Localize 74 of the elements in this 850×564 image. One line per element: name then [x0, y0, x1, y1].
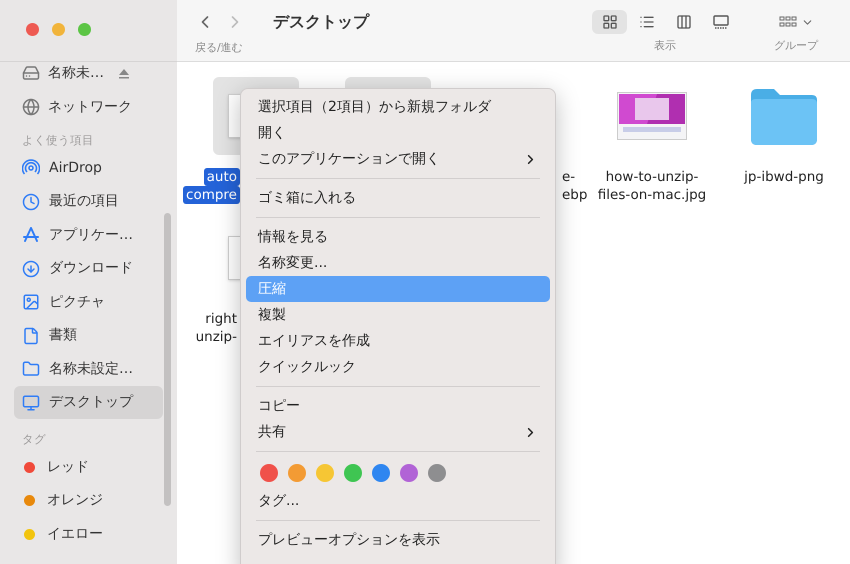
folder-icon: [22, 360, 40, 378]
section-heading: よく使う項目: [21, 132, 95, 149]
tag-item[interactable]: オレンジ: [47, 490, 103, 512]
menu-item[interactable]: タグ...: [246, 488, 550, 514]
sidebar-item[interactable]: ダウンロード: [14, 252, 163, 286]
download-icon: [22, 260, 40, 278]
tag-color-button[interactable]: [400, 464, 418, 482]
monitor-icon: [22, 394, 40, 412]
tag-color-button[interactable]: [316, 464, 334, 482]
menu-item[interactable]: 情報を見る: [246, 224, 550, 250]
sidebar-item[interactable]: アプリケー…: [14, 218, 163, 252]
group-label: グループ: [774, 38, 818, 54]
menu-item[interactable]: 共有: [246, 419, 550, 445]
menu-item[interactable]: 開く: [246, 120, 550, 146]
eject-icon[interactable]: [118, 68, 130, 78]
sidebar-label: 名称未設定…: [49, 360, 133, 378]
close-button[interactable]: [26, 23, 39, 36]
icon-view-icon[interactable]: [592, 10, 627, 34]
tag-item[interactable]: レッド: [47, 456, 89, 478]
menu-item[interactable]: エイリアスを作成: [246, 328, 550, 354]
photo-icon: [22, 293, 40, 311]
sidebar-label: アプリケー…: [49, 226, 133, 244]
minimize-button[interactable]: [52, 23, 65, 36]
view-label: 表示: [654, 38, 676, 54]
menu-item[interactable]: クイックルック: [246, 354, 550, 380]
file-name: files-on-mac.jpg: [598, 186, 706, 204]
sidebar-item[interactable]: デスクトップ: [14, 386, 163, 420]
clock-icon: [22, 192, 40, 210]
sidebar-label: デスクトップ: [49, 393, 133, 412]
menu-item[interactable]: 複製: [246, 302, 550, 328]
file-name: unzip-: [194, 328, 238, 346]
menu-item[interactable]: コピー: [246, 393, 550, 419]
file-name: right: [204, 310, 238, 328]
menu-item[interactable]: ゴミ箱に入れる: [246, 185, 550, 211]
sidebar-item[interactable]: 名称未設定…: [14, 352, 163, 386]
scrollbar[interactable]: [164, 213, 171, 506]
sidebar-label: ダウンロード: [49, 259, 133, 278]
drive-icon: [22, 64, 40, 82]
sidebar-item[interactable]: 書類: [14, 318, 163, 352]
zoom-button[interactable]: [78, 23, 91, 36]
image-thumbnail[interactable]: [617, 92, 687, 140]
sidebar-item[interactable]: 最近の項目: [14, 184, 163, 218]
menu-item[interactable]: 名称変更...: [246, 250, 550, 276]
section-heading: タグ: [21, 431, 47, 448]
menu-item[interactable]: プレビューオプションを表示: [246, 527, 550, 553]
globe-icon: [22, 98, 40, 116]
sidebar-label: AirDrop: [49, 158, 102, 178]
menu-item[interactable]: このアプリケーションで開く: [246, 146, 550, 172]
tag-color-button[interactable]: [428, 464, 446, 482]
sidebar-label: ピクチャ: [49, 292, 105, 312]
airdrop-icon: [22, 159, 40, 177]
menu-item[interactable]: 選択項目（2項目）から新規フォルダ: [246, 94, 550, 120]
sidebar-item[interactable]: 名称未…: [48, 62, 104, 84]
file-name: auto: [204, 168, 240, 186]
file-name: ebp: [562, 186, 588, 204]
sidebar-item[interactable]: ネットワーク: [48, 96, 132, 118]
file-name: how-to-unzip-: [606, 168, 698, 186]
nav-label: 戻る/進む: [195, 40, 244, 56]
file-name: e-: [562, 168, 576, 186]
sidebar-label: 書類: [49, 326, 77, 345]
tag-item[interactable]: イエロー: [47, 524, 103, 545]
app-store-icon: [22, 226, 40, 244]
document-icon: [22, 326, 40, 344]
tag-color-button[interactable]: [288, 464, 306, 482]
sidebar-item[interactable]: AirDrop: [14, 151, 163, 185]
file-name: compre: [183, 186, 240, 204]
tag-color-button[interactable]: [260, 464, 278, 482]
file-name: jp-ibwd-png: [744, 168, 824, 186]
sidebar-item[interactable]: ピクチャ: [14, 285, 163, 319]
tag-color-button[interactable]: [372, 464, 390, 482]
group-icon: [778, 16, 796, 28]
sidebar-label: 最近の項目: [49, 192, 119, 211]
tag-color-button[interactable]: [344, 464, 362, 482]
window-title: デスクトップ: [273, 11, 369, 33]
